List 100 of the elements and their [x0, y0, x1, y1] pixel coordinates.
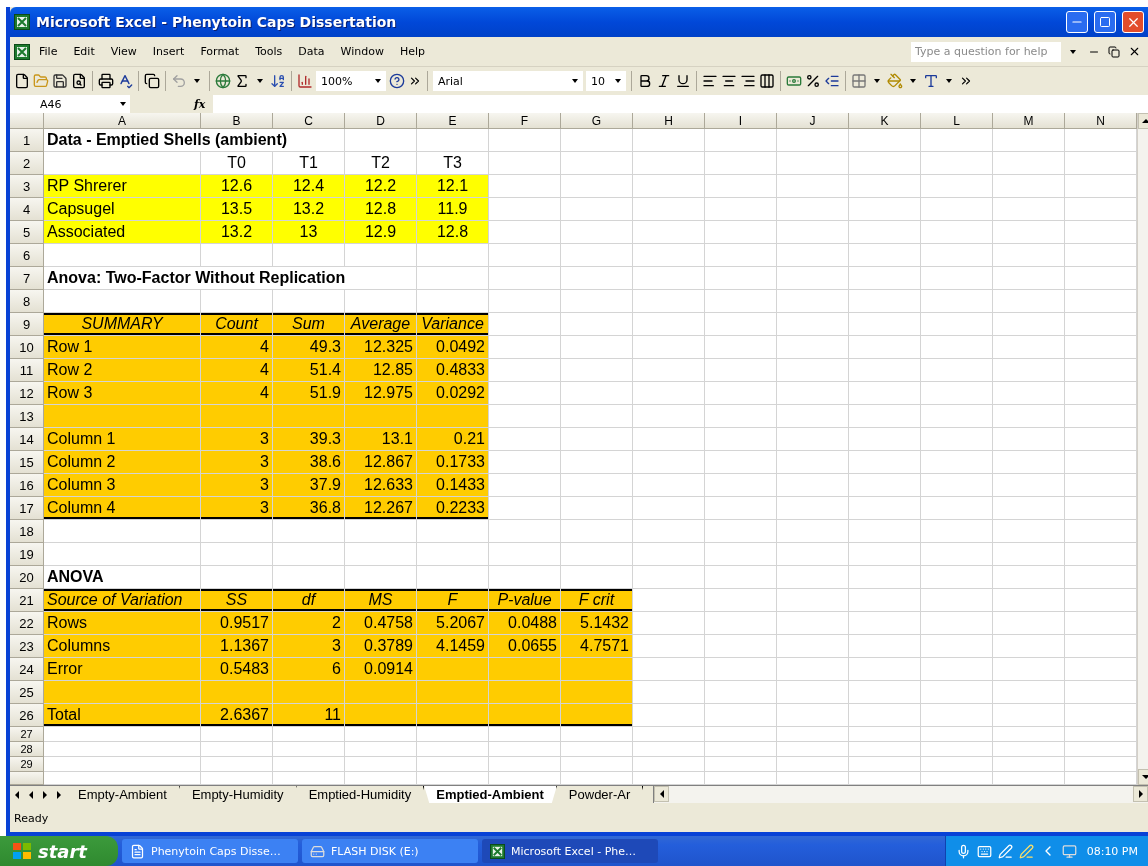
menu-item[interactable]: Tools: [248, 43, 290, 60]
row-header[interactable]: 17: [10, 497, 44, 520]
align-right-icon[interactable]: [740, 73, 756, 89]
row-header[interactable]: 13: [10, 405, 44, 428]
new-file-icon[interactable]: [14, 73, 30, 89]
row-header[interactable]: 3: [10, 175, 44, 198]
drive-icon[interactable]: [310, 843, 325, 859]
row-header[interactable]: 1: [10, 129, 44, 152]
align-left-icon[interactable]: [702, 73, 718, 89]
row-header[interactable]: 9: [10, 313, 44, 336]
row-header[interactable]: 14: [10, 428, 44, 451]
column-header[interactable]: L: [921, 113, 993, 129]
font-size-dropdown[interactable]: 10: [586, 71, 626, 91]
save-icon[interactable]: [52, 73, 68, 89]
column-header[interactable]: B: [201, 113, 273, 129]
formula-field[interactable]: [213, 95, 1148, 113]
column-header[interactable]: G: [561, 113, 633, 129]
row-header[interactable]: 19: [10, 543, 44, 566]
row-header[interactable]: 20: [10, 566, 44, 589]
keyboard-icon[interactable]: [976, 843, 992, 859]
row-header[interactable]: 15: [10, 451, 44, 474]
document-icon[interactable]: [130, 843, 145, 859]
column-header[interactable]: F: [489, 113, 561, 129]
column-header[interactable]: K: [849, 113, 921, 129]
autosum-icon[interactable]: [234, 73, 250, 89]
row-header[interactable]: 7: [10, 267, 44, 290]
menu-item[interactable]: Format: [193, 43, 247, 60]
print-icon[interactable]: [98, 73, 114, 89]
row-header[interactable]: 27: [10, 727, 44, 742]
bold-icon[interactable]: [637, 73, 653, 89]
column-header[interactable]: H: [633, 113, 705, 129]
row-header[interactable]: 5: [10, 221, 44, 244]
network-icon[interactable]: [1061, 843, 1077, 859]
minimize-button[interactable]: [1066, 11, 1088, 33]
borders-icon[interactable]: [851, 73, 867, 89]
column-header[interactable]: J: [777, 113, 849, 129]
menu-item[interactable]: Window: [333, 43, 391, 60]
row-header[interactable]: 24: [10, 658, 44, 681]
row-header[interactable]: 2: [10, 152, 44, 175]
row-header[interactable]: 23: [10, 635, 44, 658]
row-header[interactable]: 12: [10, 382, 44, 405]
taskbar-button[interactable]: Microsoft Excel - Phe…: [482, 839, 658, 863]
row-header[interactable]: 18: [10, 520, 44, 543]
taskbar-button[interactable]: FLASH DISK (E:): [302, 839, 478, 863]
column-header[interactable]: D: [345, 113, 417, 129]
more-icon[interactable]: [959, 74, 973, 88]
indent-icon[interactable]: [824, 73, 840, 89]
column-header[interactable]: C: [273, 113, 345, 129]
row-header[interactable]: 10: [10, 336, 44, 359]
menu-item[interactable]: Edit: [66, 43, 102, 60]
menu-item[interactable]: File: [32, 43, 65, 60]
column-header[interactable]: E: [417, 113, 489, 129]
align-center-icon[interactable]: [721, 73, 737, 89]
row-header[interactable]: 16: [10, 474, 44, 497]
row-header[interactable]: 29: [10, 757, 44, 772]
zoom-dropdown[interactable]: 100%: [316, 71, 386, 91]
column-header[interactable]: I: [705, 113, 777, 129]
percent-icon[interactable]: [805, 73, 821, 89]
row-header[interactable]: 22: [10, 612, 44, 635]
font-color-icon[interactable]: [923, 73, 939, 89]
merge-center-icon[interactable]: [759, 73, 775, 89]
currency-icon[interactable]: [786, 73, 802, 89]
menu-item[interactable]: View: [103, 43, 144, 60]
row-header[interactable]: 4: [10, 198, 44, 221]
copy-icon[interactable]: [144, 73, 160, 89]
help-icon[interactable]: [389, 73, 405, 89]
name-box[interactable]: A46: [10, 95, 130, 113]
more-icon[interactable]: [408, 74, 422, 88]
column-header[interactable]: M: [993, 113, 1065, 129]
font-dropdown[interactable]: Arial: [433, 71, 583, 91]
column-header[interactable]: N: [1065, 113, 1137, 129]
row-header[interactable]: 25: [10, 681, 44, 704]
row-header[interactable]: 21: [10, 589, 44, 612]
chart-icon[interactable]: [297, 73, 313, 89]
menu-item[interactable]: Data: [291, 43, 332, 60]
sheet-tab[interactable]: Emptied-Ambient: [424, 786, 557, 803]
function-label[interactable]: fx: [134, 97, 210, 111]
row-header[interactable]: 26: [10, 704, 44, 727]
spelling-icon[interactable]: [117, 73, 133, 89]
row-header[interactable]: 28: [10, 742, 44, 757]
scroll-right-button[interactable]: [1133, 786, 1148, 802]
scroll-left-button[interactable]: [654, 786, 670, 802]
table-cell: 0.3789: [345, 635, 417, 658]
start-button[interactable]: start: [0, 836, 118, 866]
microphone-icon[interactable]: [955, 843, 971, 859]
print-preview-icon[interactable]: [71, 73, 87, 89]
help-search-field[interactable]: Type a question for help: [911, 41, 1061, 62]
sort-icon[interactable]: [270, 73, 286, 89]
row-header[interactable]: 8: [10, 290, 44, 313]
row-header[interactable]: 11: [10, 359, 44, 382]
row-header[interactable]: 6: [10, 244, 44, 267]
hyperlink-icon[interactable]: [215, 73, 231, 89]
italic-icon[interactable]: [656, 73, 672, 89]
fill-color-icon[interactable]: [887, 73, 903, 89]
maximize-button[interactable]: [1094, 11, 1116, 33]
column-header[interactable]: A: [44, 113, 201, 129]
menu-item[interactable]: Insert: [145, 43, 192, 60]
taskbar-button[interactable]: Phenytoin Caps Disse…: [122, 839, 298, 863]
menu-item[interactable]: Help: [392, 43, 432, 60]
underline-icon[interactable]: [675, 73, 691, 89]
